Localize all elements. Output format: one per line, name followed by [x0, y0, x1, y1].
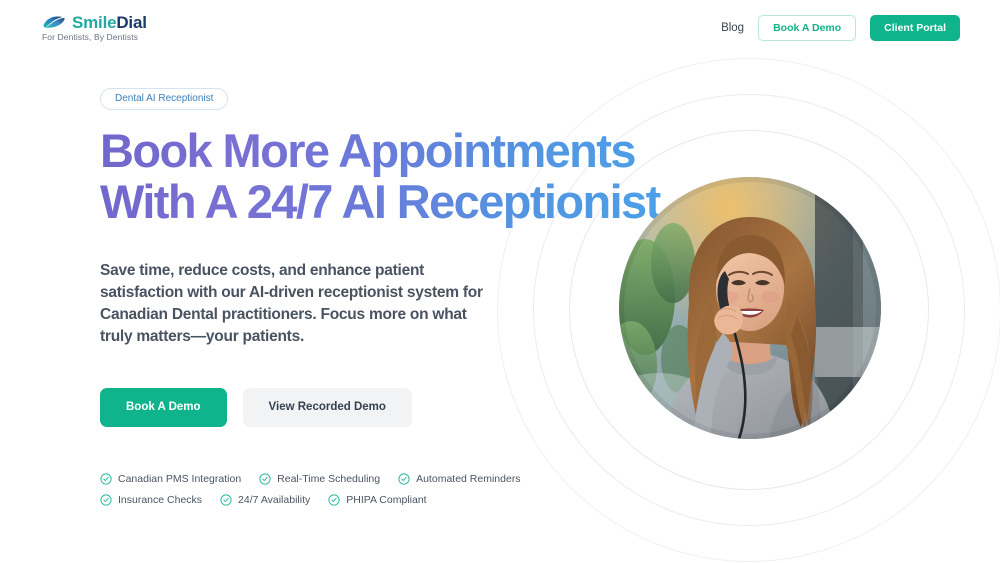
hero-photo — [619, 177, 881, 439]
header-client-portal-button[interactable]: Client Portal — [870, 14, 960, 42]
check-circle-icon — [398, 473, 410, 485]
brand-name-part-1: Smile — [72, 12, 117, 32]
header-nav: Blog Book A Demo Client Portal — [721, 14, 960, 42]
brand-name: SmileDial — [72, 14, 147, 31]
brand-row: SmileDial — [42, 14, 147, 31]
feature-label: Automated Reminders — [416, 472, 521, 485]
site-header: SmileDial For Dentists, By Dentists Blog… — [0, 0, 1000, 56]
hero-subcopy: Save time, reduce costs, and enhance pat… — [100, 261, 483, 345]
feature-item: 24/7 Availability — [220, 494, 310, 506]
feature-label: Real-Time Scheduling — [277, 472, 381, 485]
brand-logo[interactable]: SmileDial For Dentists, By Dentists — [40, 14, 147, 42]
feature-label: Canadian PMS Integration — [118, 472, 242, 485]
check-circle-icon — [220, 494, 232, 506]
feature-item: Insurance Checks — [100, 494, 202, 506]
feature-row-2: Insurance Checks 24/7 Availability PHIPA… — [100, 494, 700, 506]
hero-section: Dental AI Receptionist Book More Appoint… — [0, 0, 1000, 563]
view-recorded-demo-button[interactable]: View Recorded Demo — [242, 387, 412, 427]
feature-label: Insurance Checks — [118, 493, 203, 506]
check-circle-icon — [100, 473, 112, 485]
nav-link-blog[interactable]: Blog — [721, 22, 744, 34]
feature-item: Real-Time Scheduling — [259, 473, 380, 485]
hero-copy: Dental AI Receptionist Book More Appoint… — [100, 88, 700, 506]
page-title: Book More Appointments With A 24/7 AI Re… — [100, 126, 700, 228]
hero-badge[interactable]: Dental AI Receptionist — [100, 88, 229, 110]
smile-swoosh-icon — [42, 14, 66, 30]
header-book-demo-button[interactable]: Book A Demo — [758, 14, 857, 42]
check-circle-icon — [259, 473, 271, 485]
check-circle-icon — [100, 494, 112, 506]
feature-label: 24/7 Availability — [238, 493, 311, 506]
hero-feature-list: Canadian PMS Integration Real-Time Sched… — [100, 473, 700, 506]
book-demo-button[interactable]: Book A Demo — [100, 387, 227, 427]
brand-name-part-2: Dial — [116, 12, 147, 32]
brand-tagline: For Dentists, By Dentists — [42, 31, 139, 42]
feature-label: PHIPA Compliant — [346, 493, 427, 506]
hero-cta-row: Book A Demo View Recorded Demo — [100, 387, 700, 427]
check-circle-icon — [328, 494, 340, 506]
feature-item: PHIPA Compliant — [328, 493, 427, 506]
feature-item: Canadian PMS Integration — [100, 473, 241, 485]
feature-item: Automated Reminders — [398, 472, 521, 485]
feature-row-1: Canadian PMS Integration Real-Time Sched… — [100, 473, 700, 485]
headline-line-2: With A 24/7 AI Receptionist — [100, 174, 660, 228]
headline-line-1: Book More Appointments — [100, 124, 635, 177]
